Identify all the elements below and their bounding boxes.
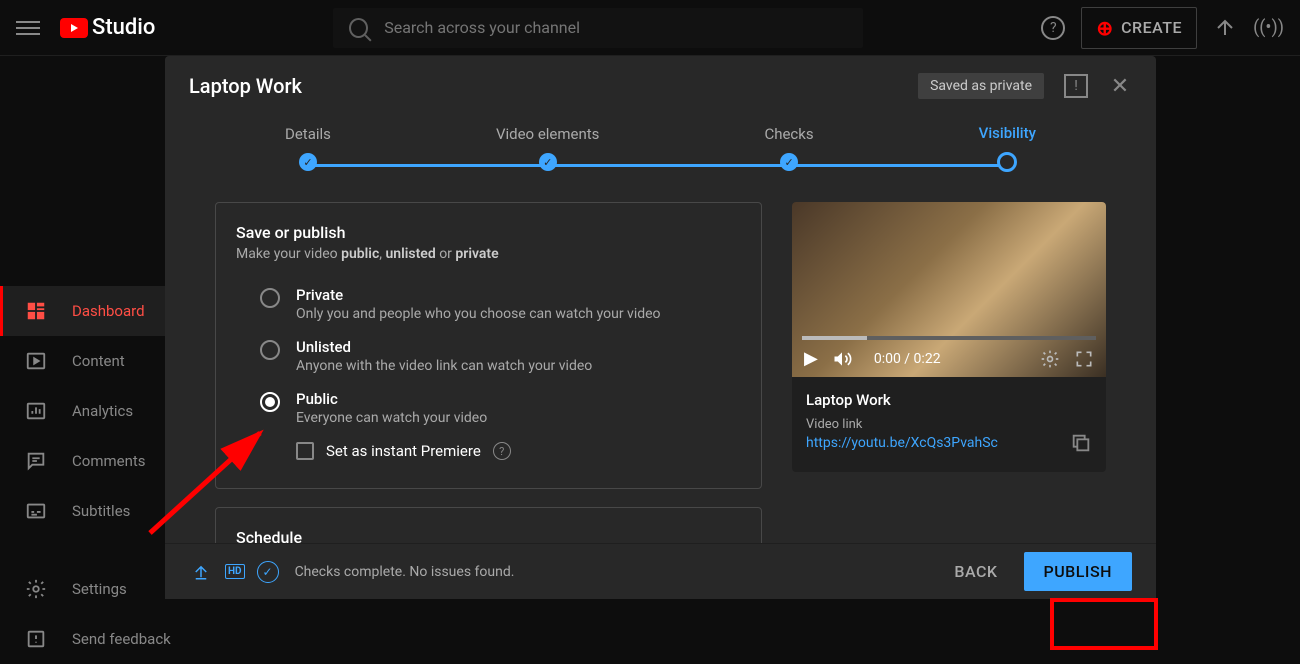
upload-modal: Laptop Work Saved as private ! ✕ Details… — [165, 56, 1156, 599]
upload-status-icons: HD ✓ — [189, 560, 279, 584]
sidebar-item-label: Subtitles — [72, 502, 130, 520]
hamburger-menu-icon[interactable] — [16, 16, 40, 40]
create-plus-icon: ⊕ — [1096, 16, 1113, 40]
radio-selected-icon — [260, 392, 280, 412]
app-header: Studio ? ⊕ CREATE ((•)) — [0, 0, 1300, 56]
help-icon[interactable]: ? — [1041, 16, 1065, 40]
check-icon: ✓ — [780, 153, 798, 171]
close-icon[interactable]: ✕ — [1108, 74, 1132, 98]
sidebar-item-feedback[interactable]: Send feedback — [0, 614, 256, 664]
schedule-box[interactable]: Schedule — [215, 507, 762, 543]
video-link[interactable]: https://youtu.be/XcQs3PvahSc — [806, 435, 998, 451]
help-tooltip-icon[interactable]: ? — [493, 442, 511, 460]
live-icon[interactable]: ((•)) — [1253, 17, 1284, 38]
gear-icon — [24, 577, 48, 601]
radio-icon — [260, 288, 280, 308]
youtube-play-icon — [60, 18, 88, 38]
sidebar-item-label: Analytics — [72, 402, 133, 420]
feedback-icon — [24, 627, 48, 651]
footer-status-text: Checks complete. No issues found. — [295, 564, 515, 580]
checks-complete-icon: ✓ — [257, 561, 279, 583]
sidebar-item-label: Settings — [72, 580, 127, 598]
modal-title: Laptop Work — [189, 74, 918, 98]
volume-icon[interactable] — [832, 349, 852, 369]
visibility-option-private[interactable]: PrivateOnly you and people who you choos… — [236, 278, 741, 330]
create-label: CREATE — [1121, 18, 1182, 37]
check-icon: ✓ — [299, 153, 317, 171]
sidebar-item-label: Comments — [72, 452, 146, 470]
upload-progress-icon — [189, 560, 213, 584]
play-icon[interactable]: ▶ — [804, 348, 818, 369]
visibility-option-unlisted[interactable]: UnlistedAnyone with the video link can w… — [236, 330, 741, 382]
preview-info: Laptop Work Video link https://youtu.be/… — [792, 377, 1106, 472]
box-subtitle: Make your video public, unlisted or priv… — [236, 246, 741, 262]
checkbox-icon — [296, 442, 314, 460]
save-status-badge: Saved as private — [918, 73, 1044, 99]
step-details[interactable]: Details✓ — [285, 125, 331, 171]
save-or-publish-box: Save or publish Make your video public, … — [215, 202, 762, 489]
analytics-icon — [24, 399, 48, 423]
radio-icon — [260, 340, 280, 360]
step-visibility[interactable]: Visibility — [979, 124, 1036, 172]
create-button[interactable]: ⊕ CREATE — [1081, 7, 1197, 49]
studio-logo[interactable]: Studio — [60, 15, 155, 40]
modal-footer: HD ✓ Checks complete. No issues found. B… — [165, 543, 1156, 599]
video-preview: ▶ 0:00 / 0:22 Laptop Work Video link htt… — [792, 202, 1106, 472]
check-icon: ✓ — [539, 153, 557, 171]
modal-body: Save or publish Make your video public, … — [165, 172, 1156, 543]
video-thumbnail[interactable]: ▶ 0:00 / 0:22 — [792, 202, 1106, 377]
content-icon — [24, 349, 48, 373]
hd-badge-icon: HD — [225, 564, 245, 579]
step-current-icon — [997, 152, 1017, 172]
annotation-highlight — [1050, 598, 1158, 650]
sidebar-item-label: Content — [72, 352, 125, 370]
send-feedback-icon[interactable]: ! — [1064, 74, 1088, 98]
comments-icon — [24, 449, 48, 473]
instant-premiere-checkbox[interactable]: Set as instant Premiere ? — [236, 434, 741, 468]
fullscreen-icon[interactable] — [1074, 349, 1094, 369]
video-preview-panel: ▶ 0:00 / 0:22 Laptop Work Video link htt… — [792, 202, 1106, 543]
step-video-elements[interactable]: Video elements✓ — [496, 125, 599, 171]
logo-text: Studio — [92, 15, 155, 40]
header-actions: ? ⊕ CREATE ((•)) — [1041, 7, 1284, 49]
video-link-label: Video link — [806, 417, 1092, 432]
publish-button[interactable]: PUBLISH — [1024, 552, 1133, 591]
sidebar-item-label: Dashboard — [72, 302, 145, 320]
video-time: 0:00 / 0:22 — [874, 351, 941, 367]
progress-stepper: Details✓ Video elements✓ Checks✓ Visibil… — [165, 124, 1156, 172]
progress-bar[interactable] — [802, 336, 1096, 340]
upload-icon[interactable] — [1213, 16, 1237, 40]
stepper-line — [315, 164, 1006, 167]
settings-icon[interactable] — [1040, 349, 1060, 369]
modal-header: Laptop Work Saved as private ! ✕ — [165, 56, 1156, 116]
box-title: Save or publish — [236, 223, 741, 242]
copy-icon[interactable] — [1070, 432, 1092, 454]
search-input[interactable] — [384, 18, 847, 37]
video-controls: ▶ 0:00 / 0:22 — [792, 340, 1106, 377]
search-icon — [349, 18, 368, 38]
dashboard-icon — [24, 299, 48, 323]
footer-buttons: BACK PUBLISH — [938, 552, 1132, 591]
visibility-options-panel: Save or publish Make your video public, … — [215, 202, 762, 543]
subtitles-icon — [24, 499, 48, 523]
video-link-row: https://youtu.be/XcQs3PvahSc — [806, 432, 1092, 454]
sidebar-item-label: Send feedback — [72, 630, 171, 648]
visibility-option-public[interactable]: PublicEveryone can watch your video — [236, 382, 741, 434]
search-bar[interactable] — [333, 8, 863, 48]
preview-video-title: Laptop Work — [806, 391, 1092, 409]
back-button[interactable]: BACK — [938, 552, 1013, 591]
step-checks[interactable]: Checks✓ — [764, 125, 813, 171]
